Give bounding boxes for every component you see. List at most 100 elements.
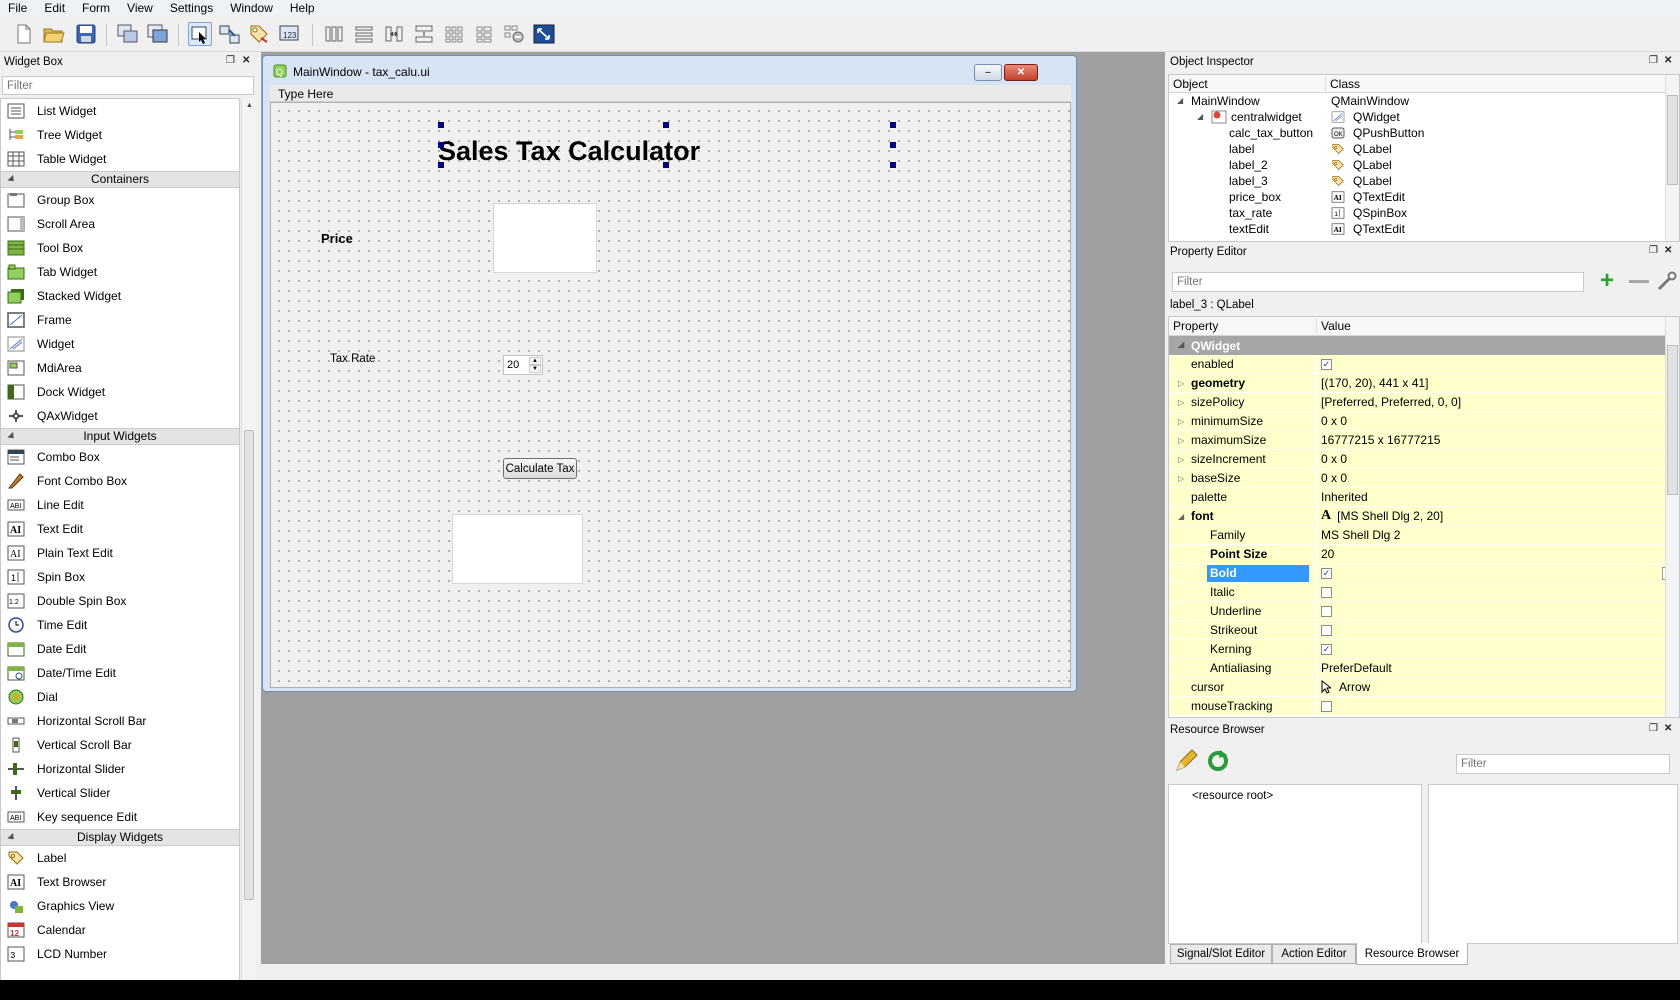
widget-box-scroll-thumb[interactable]	[244, 430, 254, 900]
lay-out-vertically-icon[interactable]	[352, 22, 376, 46]
qwidget-section-header[interactable]: ◢ QWidget	[1169, 336, 1679, 355]
expand-arrow-icon[interactable]: ▷	[1178, 436, 1184, 445]
collapse-arrow-icon[interactable]: ◢	[1178, 512, 1184, 521]
menu-settings[interactable]: Settings	[162, 1, 222, 16]
result-text-edit[interactable]	[452, 514, 583, 584]
widget-item-dock-widget[interactable]: Dock Widget	[1, 380, 239, 404]
object-tree-row[interactable]: ◢ MainWindow QMainWindow	[1169, 93, 1679, 109]
menu-form[interactable]: Form	[74, 1, 119, 16]
property-row-kerning[interactable]: Kerning ✓	[1169, 639, 1679, 659]
menu-window[interactable]: Window	[222, 1, 282, 16]
widget-item-text-edit[interactable]: AI Text Edit	[1, 517, 239, 541]
widget-box-filter-input[interactable]	[2, 76, 254, 95]
property-row-family[interactable]: Family MS Shell Dlg 2	[1169, 525, 1679, 545]
new-file-icon[interactable]	[12, 22, 36, 46]
close-dock-icon[interactable]: ✕	[1664, 723, 1672, 734]
collapse-arrow-icon[interactable]: ◢	[1178, 340, 1184, 349]
price-label[interactable]: Price	[321, 231, 353, 246]
edit-resources-icon[interactable]	[1174, 749, 1198, 773]
object-tree-row[interactable]: label QLabel	[1169, 141, 1679, 157]
widget-item-list-widget[interactable]: List Widget	[1, 99, 239, 123]
property-row-bold[interactable]: Bold✓↶	[1169, 563, 1679, 583]
edit-signals-slots-icon[interactable]	[218, 22, 242, 46]
widget-item-mdiarea[interactable]: MdiArea	[1, 356, 239, 380]
selection-handle[interactable]	[438, 162, 444, 168]
close-dock-icon[interactable]: ✕	[1664, 55, 1672, 66]
widget-item-double-spin-box[interactable]: 1.2 Double Spin Box	[1, 589, 239, 613]
expand-arrow-icon[interactable]: ▷	[1178, 417, 1184, 426]
tile-windows-icon[interactable]	[146, 22, 170, 46]
menu-file[interactable]: File	[0, 1, 36, 16]
value-column-header[interactable]: Value	[1317, 319, 1351, 333]
resource-tree[interactable]: <resource root>	[1168, 784, 1422, 944]
horizontal-splitter-icon[interactable]	[382, 22, 406, 46]
checked-checkbox[interactable]: ✓	[1321, 643, 1332, 655]
form-window[interactable]: Q MainWindow - tax_calu.ui – ✕ Type Here…	[262, 55, 1077, 692]
sales-tax-heading[interactable]: Sales Tax Calculator	[438, 133, 848, 173]
widget-item-text-browser[interactable]: AI Text Browser	[1, 870, 239, 894]
save-icon[interactable]	[74, 22, 98, 46]
object-tree-row[interactable]: textEdit AI QTextEdit	[1169, 221, 1679, 237]
remove-dynamic-property-icon[interactable]	[1629, 280, 1649, 283]
property-row-minimumsize[interactable]: ▷ minimumSize 0 x 0	[1169, 411, 1679, 431]
widget-item-plain-text-edit[interactable]: AI Plain Text Edit	[1, 541, 239, 565]
tab-resource-browser[interactable]: Resource Browser	[1356, 943, 1468, 965]
expand-arrow-icon[interactable]: ◢	[1197, 112, 1203, 121]
edit-buddies-icon[interactable]	[248, 22, 272, 46]
widget-item-key-sequence-edit[interactable]: ABI Key sequence Edit	[1, 805, 239, 829]
minimize-button[interactable]: –	[974, 64, 1002, 81]
property-row-maximumsize[interactable]: ▷ maximumSize 16777215 x 16777215	[1169, 430, 1679, 450]
widget-item-line-edit[interactable]: ABI Line Edit	[1, 493, 239, 517]
open-folder-icon[interactable]	[42, 22, 66, 46]
expand-arrow-icon[interactable]: ▷	[1178, 398, 1184, 407]
property-row-italic[interactable]: Italic	[1169, 582, 1679, 602]
property-column-header[interactable]: Property	[1169, 319, 1317, 333]
widget-item-frame[interactable]: Frame	[1, 308, 239, 332]
object-tree-row[interactable]: calc_tax_button OK QPushButton	[1169, 125, 1679, 141]
category-display-widgets[interactable]: Display Widgets	[1, 829, 239, 846]
property-row-cursor[interactable]: cursor Arrow	[1169, 677, 1679, 697]
property-row-antialiasing[interactable]: Antialiasing PreferDefault	[1169, 658, 1679, 678]
edit-tab-order-icon[interactable]: 123	[278, 22, 302, 46]
edit-widgets-icon[interactable]	[188, 22, 212, 46]
menu-help[interactable]: Help	[282, 1, 324, 16]
reload-icon[interactable]	[1206, 749, 1230, 773]
property-scroll-thumb[interactable]	[1667, 345, 1678, 495]
widget-item-horizontal-scroll-bar[interactable]: Horizontal Scroll Bar	[1, 709, 239, 733]
widget-item-font-combo-box[interactable]: Font Combo Box	[1, 469, 239, 493]
menu-view[interactable]: View	[119, 1, 162, 16]
break-layout-icon[interactable]	[502, 22, 526, 46]
property-row-geometry[interactable]: ▷ geometry [(170, 20), 441 x 41]	[1169, 373, 1679, 393]
widget-item-label[interactable]: Label	[1, 846, 239, 870]
selection-handle[interactable]	[890, 122, 896, 128]
selection-handle[interactable]	[890, 142, 896, 148]
object-tree-row[interactable]: price_box AI QTextEdit	[1169, 189, 1679, 205]
selection-handle[interactable]	[890, 162, 896, 168]
float-dock-icon[interactable]: ❐	[1649, 55, 1658, 66]
widget-item-spin-box[interactable]: 1 Spin Box	[1, 565, 239, 589]
lay-out-grid-icon[interactable]	[442, 22, 466, 46]
object-tree-row[interactable]: label_2 QLabel	[1169, 157, 1679, 173]
category-containers[interactable]: Containers	[1, 171, 239, 188]
widget-item-lcd-number[interactable]: 3 LCD Number	[1, 942, 239, 966]
object-tree-row[interactable]: ◢ centralwidget QWidget	[1169, 109, 1679, 125]
expand-arrow-icon[interactable]: ▷	[1178, 474, 1184, 483]
widget-item-stacked-widget[interactable]: Stacked Widget	[1, 284, 239, 308]
spin-down-icon[interactable]: ▼	[529, 365, 541, 373]
selection-handle[interactable]	[663, 162, 669, 168]
widget-item-dial[interactable]: Dial	[1, 685, 239, 709]
unchecked-checkbox[interactable]	[1321, 605, 1332, 617]
property-table-scrollbar[interactable]	[1665, 317, 1679, 717]
lay-out-horizontally-icon[interactable]	[322, 22, 346, 46]
tax-rate-label[interactable]: Tax Rate	[330, 353, 375, 365]
expand-arrow-icon[interactable]: ▷	[1178, 379, 1184, 388]
widget-item-widget[interactable]: Widget	[1, 332, 239, 356]
widget-item-tab-widget[interactable]: Tab Widget	[1, 260, 239, 284]
resize-grip-icon[interactable]: ⋰	[1060, 676, 1068, 685]
object-tree-row[interactable]: label_3 QLabel	[1169, 173, 1679, 189]
adjust-size-icon[interactable]	[532, 22, 556, 46]
calculate-tax-button[interactable]: Calculate Tax	[503, 458, 577, 479]
lay-out-form-icon[interactable]	[472, 22, 496, 46]
spin-up-icon[interactable]: ▲	[529, 357, 541, 365]
scroll-up-icon[interactable]: ▲	[246, 102, 253, 109]
